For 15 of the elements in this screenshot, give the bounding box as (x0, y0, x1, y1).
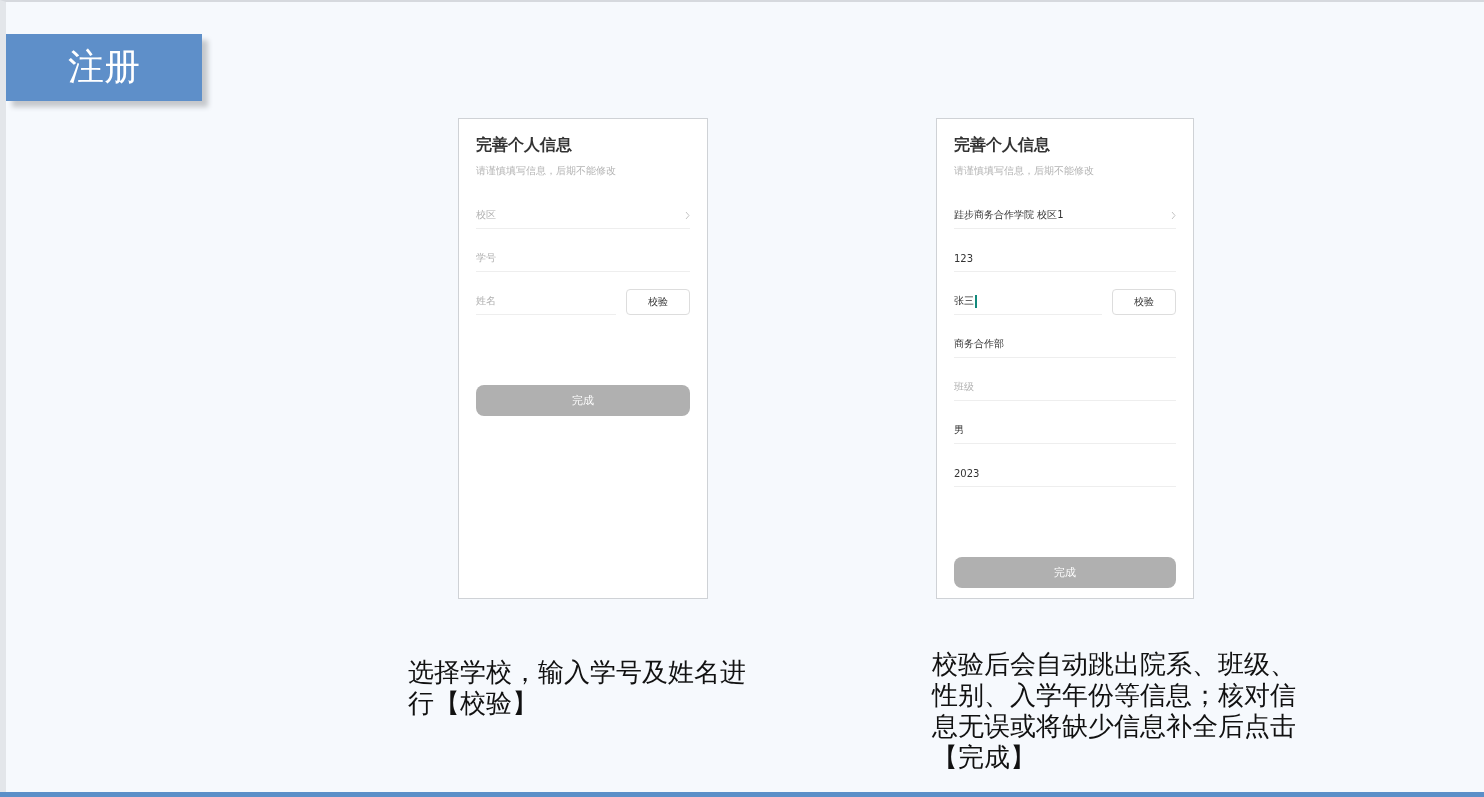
field-value[interactable]: 商务合作部 (954, 337, 1004, 351)
verify-button[interactable]: 校验 (626, 289, 690, 315)
screen-title: 完善个人信息 (476, 135, 573, 156)
field-value[interactable]: 2023 (954, 467, 980, 479)
field-value[interactable]: 跬步商务合作学院 校区1 (954, 208, 1064, 222)
chevron-right-icon[interactable] (1171, 210, 1176, 220)
screen-title: 完善个人信息 (954, 135, 1051, 156)
caption-text: 选择学校，输入学号及姓名进行【校验】 (408, 657, 747, 719)
chevron-right-icon[interactable] (685, 210, 690, 220)
caption-text: 校验后会自动跳出院系、班级、性别、入学年份等信息；核对信息无误或将缺少信息补全后点击【完成】 (932, 649, 1297, 773)
field-value[interactable]: 123 (954, 252, 974, 264)
field-value[interactable]: 张三 (954, 294, 974, 308)
verify-button[interactable]: 校验 (1112, 289, 1176, 315)
field-value[interactable]: 男 (954, 423, 964, 437)
slide-title: 注册 (6, 34, 202, 101)
